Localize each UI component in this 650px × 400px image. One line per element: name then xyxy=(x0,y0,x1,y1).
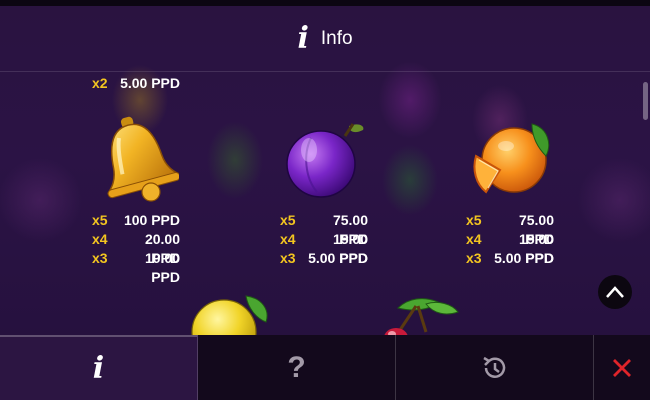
orange-symbol xyxy=(473,123,550,194)
payout-row: x3 10.00 PPD xyxy=(92,249,180,285)
tab-info[interactable]: i xyxy=(0,335,198,400)
multiplier: x5 xyxy=(92,212,108,228)
top-paytable-row: x2 5.00 PPD xyxy=(92,74,180,93)
multiplier: x2 xyxy=(92,75,108,91)
cherries-symbol xyxy=(384,298,459,336)
scrollbar-thumb[interactable] xyxy=(643,82,648,120)
chevron-up-icon xyxy=(606,286,624,298)
payout-amount: 15.00 PPD xyxy=(518,231,554,266)
multiplier: x3 xyxy=(92,250,108,266)
multiplier: x3 xyxy=(280,250,296,266)
payout-amount: 20.00 PPD xyxy=(144,231,180,266)
plum-payouts: x5 75.00 PPD x4 15.00 PPD x3 5.00 PPD xyxy=(280,211,368,268)
plum-symbol xyxy=(286,123,364,198)
info-header: i Info xyxy=(0,6,650,72)
history-icon xyxy=(482,356,505,378)
payout-amount: 10.00 PPD xyxy=(144,250,180,285)
payout-row: x5 75.00 PPD xyxy=(280,211,368,247)
tab-help[interactable]: ? xyxy=(198,335,396,400)
info-icon: i xyxy=(92,351,105,386)
bell-symbol xyxy=(107,116,179,202)
bottom-nav-bar: i ? xyxy=(0,335,650,400)
multiplier: x4 xyxy=(466,231,482,247)
multiplier: x5 xyxy=(280,212,296,228)
multiplier: x5 xyxy=(466,212,482,228)
payout-amount: 5.00 PPD xyxy=(120,75,180,91)
payout-row: x4 20.00 PPD xyxy=(92,230,180,266)
payout-row: x4 15.00 PPD xyxy=(466,230,554,266)
scroll-up-button[interactable] xyxy=(598,275,632,309)
payout-row: x3 5.00 PPD xyxy=(280,249,368,268)
payout-amount: 15.00 PPD xyxy=(332,231,368,266)
info-icon: i xyxy=(297,20,309,56)
payout-amount: 100 PPD xyxy=(123,212,180,228)
payout-amount: 5.00 PPD xyxy=(308,250,368,266)
question-icon: ? xyxy=(287,350,306,384)
close-icon xyxy=(613,358,631,377)
multiplier: x3 xyxy=(466,250,482,266)
payout-row: x2 5.00 PPD xyxy=(92,74,180,93)
orange-payouts: x5 75.00 PPD x4 15.00 PPD x3 5.00 PPD xyxy=(466,211,554,268)
close-button[interactable] xyxy=(594,335,650,400)
multiplier: x4 xyxy=(92,231,108,247)
payout-row: x4 15.00 PPD xyxy=(280,230,368,266)
payout-row: x3 5.00 PPD xyxy=(466,249,554,268)
payout-row: x5 100 PPD xyxy=(92,211,180,230)
tab-history[interactable] xyxy=(396,335,594,400)
lemon-symbol xyxy=(191,295,268,336)
bell-payouts: x5 100 PPD x4 20.00 PPD x3 10.00 PPD xyxy=(92,211,180,285)
multiplier: x4 xyxy=(280,231,296,247)
payout-amount: 5.00 PPD xyxy=(494,250,554,266)
payout-amount: 75.00 PPD xyxy=(518,212,554,247)
page-title: Info xyxy=(320,27,353,49)
payout-row: x5 75.00 PPD xyxy=(466,211,554,247)
payout-amount: 75.00 PPD xyxy=(332,212,368,247)
